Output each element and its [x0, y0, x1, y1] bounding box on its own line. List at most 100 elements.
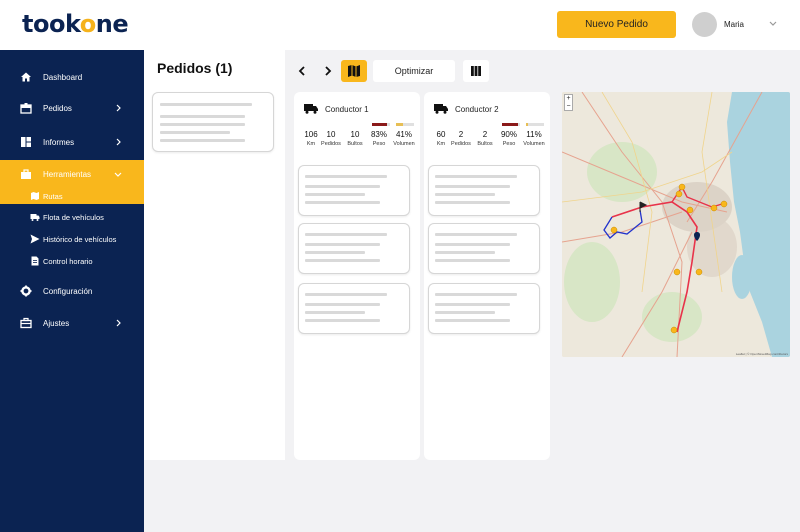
zoom-out-button[interactable]: −: [565, 103, 572, 111]
placeholder-line: [305, 193, 365, 196]
truck-icon: [304, 104, 318, 114]
sidebar-subitem-label: Control horario: [43, 257, 93, 266]
placeholder-line: [435, 319, 510, 322]
avatar[interactable]: [692, 12, 717, 37]
zoom-control[interactable]: + −: [564, 94, 573, 111]
page-title: Pedidos (1): [157, 60, 233, 76]
sidebar-subitem-label: Rutas: [43, 192, 63, 201]
columns-view-button[interactable]: [463, 60, 489, 82]
placeholder-line: [305, 201, 380, 204]
sidebar-subitem-flota[interactable]: Flota de vehículos: [0, 207, 144, 226]
driver-stat: 2 Bultos: [474, 130, 496, 147]
sidebar-item-herramientas[interactable]: Herramientas: [0, 160, 144, 187]
sidebar-item-label: Dashboard: [43, 73, 83, 82]
stat-value: 2: [458, 130, 464, 139]
stop-card[interactable]: [298, 165, 410, 216]
placeholder-line: [435, 233, 517, 236]
volume-bar-fill: [526, 123, 528, 126]
map-canvas[interactable]: [562, 92, 790, 357]
placeholder-line: [435, 243, 510, 246]
placeholder-line: [435, 185, 510, 188]
map-icon: [348, 65, 360, 77]
weight-bar-fill: [502, 123, 519, 126]
driver-name: Conductor 2: [455, 105, 499, 114]
stop-card[interactable]: [428, 223, 540, 274]
chevron-down-icon[interactable]: [768, 18, 778, 28]
sidebar-subitem-control[interactable]: Control horario: [0, 251, 144, 270]
placeholder-line: [435, 293, 517, 296]
stat-label: Pedidos: [451, 141, 471, 147]
placeholder-line: [435, 259, 510, 262]
chevron-down-icon: [114, 172, 122, 177]
stat-value: 2: [482, 130, 488, 139]
volume-bar-fill: [396, 123, 404, 126]
sidebar-item-label: Ajustes: [43, 319, 70, 328]
driver-stat: 60 Km: [430, 130, 452, 147]
order-card[interactable]: [152, 92, 274, 152]
stat-label: Bultos: [347, 141, 363, 147]
placeholder-line: [305, 251, 365, 254]
stat-label: Pedidos: [321, 141, 341, 147]
chart-icon: [21, 137, 31, 147]
stat-value: 83%: [370, 130, 387, 139]
home-icon: [21, 72, 31, 82]
stat-value: 106: [304, 130, 318, 139]
stop-card[interactable]: [428, 283, 540, 334]
placeholder-line: [435, 201, 510, 204]
route-map[interactable]: + − Leaflet | © OpenStreetMap contributor…: [562, 92, 790, 357]
stat-value: 90%: [500, 130, 517, 139]
sidebar-item-dashboard[interactable]: Dashboard: [0, 67, 144, 87]
gear-icon: [20, 285, 32, 297]
optimize-button[interactable]: Optimizar: [373, 60, 455, 82]
driver-stat: 10 Bultos: [344, 130, 366, 147]
placeholder-line: [160, 131, 230, 134]
stop-card[interactable]: [428, 165, 540, 216]
driver-stat: 10 Pedidos: [320, 130, 342, 147]
sidebar-subitem-rutas[interactable]: Rutas: [0, 187, 144, 204]
sidebar-subitem-historico[interactable]: Histórico de vehículos: [0, 229, 144, 248]
app-logo[interactable]: tookone: [22, 10, 129, 38]
driver-stat: 83% Peso: [368, 130, 390, 147]
driver-stat: 106 Km: [300, 130, 322, 147]
send-icon: [30, 234, 40, 244]
columns-icon: [471, 66, 481, 76]
sidebar-item-configuracion[interactable]: Configuración: [0, 281, 144, 301]
chevron-right-icon: [325, 66, 332, 76]
volume-bar: [396, 123, 414, 126]
placeholder-line: [305, 319, 380, 322]
stat-value: 11%: [526, 130, 542, 139]
map-icon: [31, 192, 39, 200]
placeholder-line: [305, 259, 380, 262]
truck-icon: [434, 104, 448, 114]
briefcase-icon: [20, 317, 32, 329]
placeholder-line: [435, 193, 495, 196]
sidebar-item-ajustes[interactable]: Ajustes: [0, 313, 144, 333]
stat-value: 10: [350, 130, 360, 139]
sidebar-item-label: Herramientas: [43, 170, 92, 179]
stat-label: Km: [306, 141, 316, 147]
driver-stat: 2 Pedidos: [450, 130, 472, 147]
sidebar-item-informes[interactable]: Informes: [0, 132, 144, 152]
stop-card[interactable]: [298, 283, 410, 334]
placeholder-line: [305, 303, 380, 306]
zoom-in-button[interactable]: +: [565, 95, 572, 103]
stat-label: Km: [436, 141, 446, 147]
chevron-left-icon: [298, 66, 305, 76]
sidebar: Dashboard Pedidos Informes Herramientas …: [0, 50, 144, 532]
new-order-button[interactable]: Nuevo Pedido: [557, 11, 676, 38]
chevron-right-icon: [116, 319, 121, 327]
previous-button[interactable]: [292, 60, 314, 82]
stop-card[interactable]: [298, 223, 410, 274]
driver-column: Conductor 2 60 Km 2 Pedidos 2 Bultos 90% Peso 11%…: [424, 92, 550, 460]
placeholder-line: [305, 175, 387, 178]
next-button[interactable]: [316, 60, 338, 82]
driver-name: Conductor 1: [325, 105, 369, 114]
sidebar-item-pedidos[interactable]: Pedidos: [0, 98, 144, 118]
driver-stat: 90% Peso: [498, 130, 520, 147]
toolbox-icon: [21, 169, 31, 179]
placeholder-line: [160, 123, 245, 126]
sidebar-item-label: Pedidos: [43, 104, 72, 113]
driver-stat: 11% Volumen: [520, 130, 548, 147]
map-view-button[interactable]: [341, 60, 367, 82]
weight-bar: [372, 123, 390, 126]
